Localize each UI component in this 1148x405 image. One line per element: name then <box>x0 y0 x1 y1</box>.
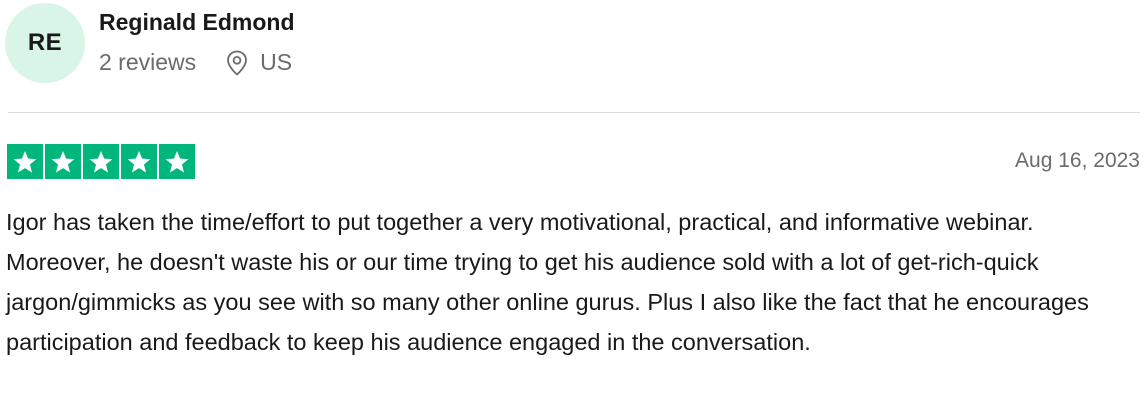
reviews-count: 2 reviews <box>99 49 197 75</box>
avatar-initials: RE <box>27 29 63 56</box>
star-icon <box>121 144 157 179</box>
divider <box>8 112 1140 113</box>
avatar[interactable]: RE <box>5 3 85 83</box>
review-date: Aug 16, 2023 <box>1015 149 1140 172</box>
review-card: RE Reginald Edmond 2 reviews US Aug 16, … <box>0 0 1148 405</box>
star-icon <box>7 144 43 179</box>
reviewer-name[interactable]: Reginald Edmond <box>99 9 295 36</box>
star-icon <box>159 144 195 179</box>
map-pin-icon <box>226 50 248 76</box>
review-text: Igor has taken the time/effort to put to… <box>6 209 1089 355</box>
reviewer-location: US <box>260 49 293 75</box>
star-icon <box>83 144 119 179</box>
reviewer-meta: 2 reviews US <box>99 49 292 76</box>
star-rating <box>7 144 195 179</box>
star-icon <box>45 144 81 179</box>
